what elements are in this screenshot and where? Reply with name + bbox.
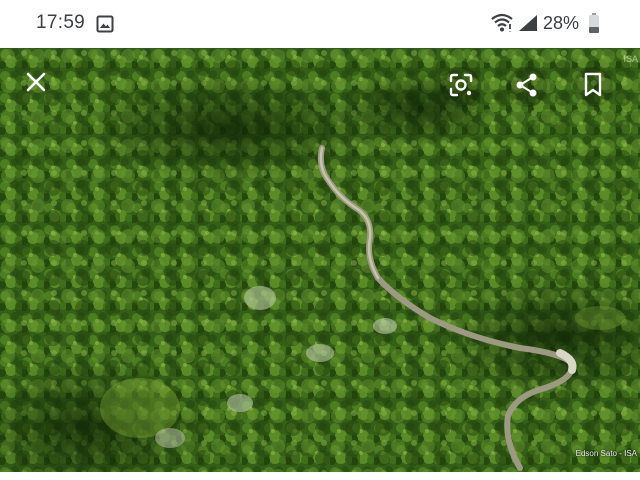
close-icon bbox=[25, 71, 47, 98]
share-button[interactable] bbox=[507, 67, 547, 107]
battery-icon bbox=[588, 13, 600, 34]
close-button[interactable] bbox=[16, 64, 56, 104]
battery-percent: 28% bbox=[543, 13, 580, 33]
lens-button[interactable] bbox=[441, 67, 481, 107]
watermark: ISA bbox=[623, 54, 638, 64]
photo-credit: Edson Sato - ISA bbox=[575, 449, 637, 458]
signal-icon bbox=[518, 14, 538, 32]
bottom-strip bbox=[0, 472, 640, 480]
status-bar: 17:59 28% bbox=[0, 0, 640, 48]
gallery-icon bbox=[96, 15, 114, 33]
share-icon bbox=[514, 72, 540, 103]
bookmark-icon bbox=[582, 72, 604, 103]
wifi-icon bbox=[490, 13, 514, 33]
lens-icon bbox=[448, 72, 474, 103]
bookmark-button[interactable] bbox=[573, 67, 613, 107]
status-time: 17:59 bbox=[36, 12, 86, 33]
forest-image bbox=[0, 48, 640, 472]
aerial-forest-photo: ISA Edson Sato - ISA bbox=[0, 48, 640, 472]
